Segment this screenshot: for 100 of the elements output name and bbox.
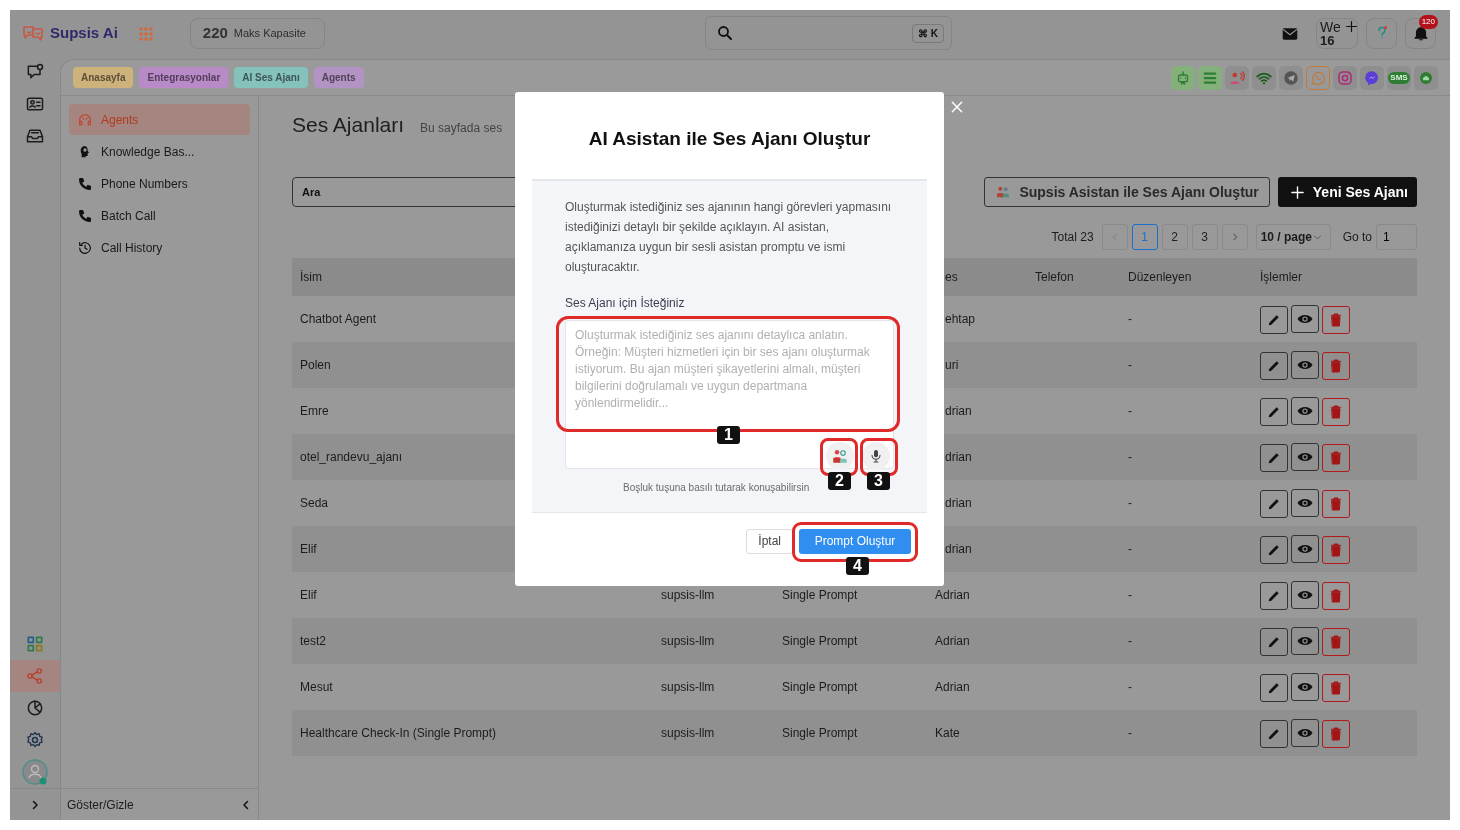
toggle-label: Göster/Gizle [67,796,134,814]
page-title: Ses Ajanları [292,112,405,138]
sidebar-item[interactable]: Batch Call [69,200,250,231]
table-cell: Mesut [300,680,333,695]
mail-icon[interactable] [1280,25,1300,42]
view-button[interactable] [1291,626,1319,655]
page-button[interactable]: 2 [1161,224,1188,251]
breadcrumb-tag[interactable]: Anasayfa [73,67,134,88]
edit-button[interactable] [1260,627,1288,656]
edit-button[interactable] [1260,719,1288,748]
trash-icon [1328,311,1344,328]
view-button[interactable] [1291,534,1319,563]
date-widget[interactable]: We 16 [1316,17,1358,49]
capacity-value: 220 [202,22,228,43]
table-cell: - [1128,588,1132,603]
sidebar-item[interactable]: Call History [69,232,250,263]
view-button[interactable] [1291,396,1319,425]
capacity-label: Maks Kapasite [233,25,306,41]
table-cell: drian [945,496,972,511]
table-cell: Polen [300,358,331,373]
page-subtitle: Bu sayfada ses [420,120,503,137]
table-cell: uri [945,358,959,373]
channel-button[interactable] [1252,65,1276,90]
page-size-select[interactable]: 10 / page [1255,224,1331,251]
table-cell: - [1128,634,1132,649]
table-cell: Kate [935,726,960,741]
column-header: es [945,270,958,285]
table-cell: ehtap [945,312,976,327]
trash-icon [1328,587,1344,604]
edit-button[interactable] [1260,351,1288,380]
breadcrumb-tag[interactable]: Agents [313,67,364,88]
notification-button[interactable]: 120 [1405,17,1436,49]
page-button[interactable]: 3 [1191,224,1218,251]
pie-chart-icon [25,698,45,718]
assistant-button[interactable]: Supsis Asistan ile Ses Ajanı Oluştur [984,177,1270,208]
annotation-number: 4 [846,556,869,575]
annotation-number: 3 [867,471,890,490]
table-cell: - [1128,680,1132,695]
channel-button[interactable]: SMS [1387,65,1411,90]
table-cell: drian [945,404,972,419]
edit-button[interactable] [1260,443,1288,472]
table-cell: - [1128,496,1132,511]
table-cell: Chatbot Agent [300,312,377,327]
table-cell: Elif [300,542,317,557]
breadcrumb-tag[interactable]: AI Ses Ajanı [234,67,308,88]
table-cell: Adrian [935,680,970,695]
search-field[interactable]: ⌘ K [705,16,952,50]
table-cell: drian [945,450,972,465]
breadcrumb-tag[interactable]: Entegrasyonlar [139,67,229,88]
cancel-button[interactable]: İptal [746,528,793,554]
table-cell: drian [945,542,972,557]
microphone-icon [868,447,884,464]
view-button[interactable] [1291,442,1319,471]
notification-count: 120 [1418,14,1438,29]
sidebar-item[interactable]: Phone Numbers [69,168,250,199]
edit-button[interactable] [1260,535,1288,564]
logo-icon [20,23,46,43]
view-button[interactable] [1291,672,1319,701]
column-header: İsim [300,270,322,285]
trash-icon [1328,495,1344,512]
view-button[interactable] [1291,350,1319,379]
phone-icon [77,175,93,192]
table-cell: Single Prompt [782,680,858,695]
total-count: Total 23 [1051,229,1094,247]
trash-icon [1328,679,1344,696]
channel-button[interactable] [1279,65,1303,90]
edit-button[interactable] [1260,673,1288,702]
contact-card-icon [25,94,45,114]
edit-button[interactable] [1260,489,1288,518]
view-button[interactable] [1291,718,1319,747]
table-cell: - [1128,358,1132,373]
brand-name: Supsis Ai [50,22,118,43]
field-label: Ses Ajanı için İsteğiniz [565,294,686,312]
channel-button[interactable] [1414,65,1438,90]
day-label: We [1320,19,1341,34]
submit-button[interactable]: Prompt Oluştur [799,528,911,554]
history-icon [77,239,93,256]
column-header: Düzenleyen [1128,270,1192,285]
goto-label: Go to [1342,229,1372,247]
search-icon [716,24,734,42]
trash-icon [1328,403,1344,420]
goto-field[interactable]: 1 [1376,224,1417,251]
date-number: 16 [1320,33,1335,47]
edit-button[interactable] [1260,397,1288,426]
caret-icon [1313,232,1322,242]
bell-icon [1411,24,1430,42]
edit-button[interactable] [1260,581,1288,610]
sidebar-item[interactable]: Knowledge Bas... [69,136,250,167]
phone-icon [77,207,93,224]
edit-button[interactable] [1260,305,1288,334]
view-button[interactable] [1291,488,1319,517]
view-button[interactable] [1291,580,1319,609]
column-header: İşlemler [1260,270,1302,285]
trash-icon [1328,449,1344,466]
annotation-number: 2 [828,471,851,490]
sms-label: SMS [1388,71,1410,84]
speaking-person-icon [1228,68,1246,87]
new-agent-button[interactable]: Yeni Ses Ajanı [1277,177,1417,208]
view-button[interactable] [1291,304,1319,333]
trash-icon [1328,357,1344,374]
